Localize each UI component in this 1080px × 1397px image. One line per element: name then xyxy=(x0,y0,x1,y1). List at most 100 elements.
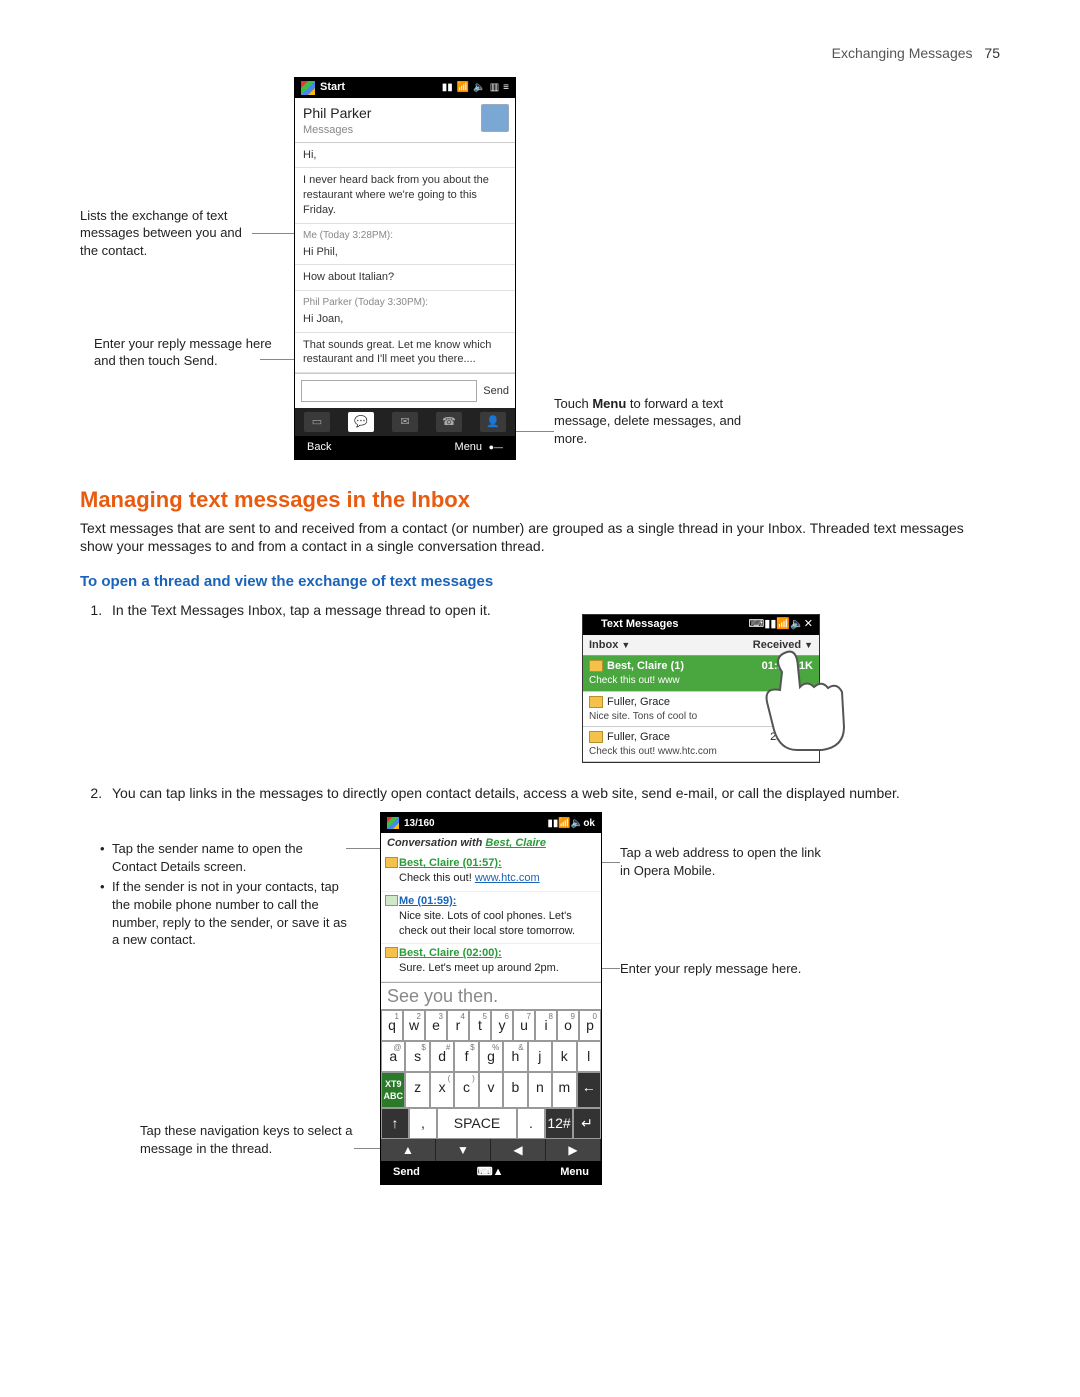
battery-icon: ▥ xyxy=(490,81,499,95)
hand-pointer-icon xyxy=(752,632,882,752)
key-e[interactable]: e3 xyxy=(425,1010,447,1041)
softkey-back[interactable]: Back xyxy=(307,440,331,455)
softkey-menu[interactable]: Menu ●— xyxy=(455,440,503,455)
key-s[interactable]: s$ xyxy=(405,1041,429,1072)
key-h[interactable]: h& xyxy=(503,1041,527,1072)
softkey-send[interactable]: Send xyxy=(393,1165,420,1180)
thread-message: Best, Claire (01:57):Check this out! www… xyxy=(381,854,601,892)
thread-contact-name[interactable]: Best, Claire xyxy=(485,837,546,849)
keyboard-icon: ⌨ xyxy=(748,617,764,632)
phone-screenshot-2: 13/160 ▮▮ 📶 🔈 ok Conversation with Best,… xyxy=(380,812,602,1185)
key-i[interactable]: i8 xyxy=(535,1010,557,1041)
key-w[interactable]: w2 xyxy=(403,1010,425,1041)
leader-line xyxy=(600,968,620,969)
key-m[interactable]: m xyxy=(552,1072,576,1108)
key-x[interactable]: x( xyxy=(430,1072,454,1108)
key-r[interactable]: r4 xyxy=(447,1010,469,1041)
col-inbox[interactable]: Inbox▼ xyxy=(589,638,630,653)
sender-link[interactable]: Me (01:59): xyxy=(399,895,456,907)
figure-conversation: Lists the exchange of text messages betw… xyxy=(80,77,1000,467)
message: How about Italian? xyxy=(295,265,515,291)
key-d[interactable]: d# xyxy=(430,1041,454,1072)
antenna-icon: 📶 xyxy=(776,617,790,632)
thread-message: Best, Claire (02:00):Sure. Let's meet up… xyxy=(381,944,601,982)
nav-down-button[interactable]: ▼ xyxy=(436,1139,491,1161)
folder-icon xyxy=(589,696,603,708)
softkey-bar: Back Menu ●— xyxy=(295,436,515,459)
key-c[interactable]: c) xyxy=(454,1072,478,1108)
key-o[interactable]: o9 xyxy=(557,1010,579,1041)
bullet-item: If the sender is not in your contacts, t… xyxy=(100,878,350,948)
thread-title: Conversation with Best, Claire xyxy=(381,833,601,854)
callout-right-1: Tap a web address to open the link in Op… xyxy=(620,844,830,879)
antenna-icon: 📶 xyxy=(558,817,570,831)
volume-icon: 🔈 xyxy=(571,817,583,831)
page-header: Exchanging Messages 75 xyxy=(80,44,1000,63)
steps-list: In the Text Messages Inbox, tap a messag… xyxy=(80,601,1000,803)
reply-input[interactable]: See you then. xyxy=(381,982,601,1009)
key-f[interactable]: f$ xyxy=(454,1041,478,1072)
key-j[interactable]: j xyxy=(528,1041,552,1072)
key-a[interactable]: a@ xyxy=(381,1041,405,1072)
start-label: Start xyxy=(320,80,345,95)
section-name: Exchanging Messages xyxy=(832,45,973,61)
tab-card-icon[interactable]: ▭ xyxy=(304,412,330,432)
key-p[interactable]: p0 xyxy=(579,1010,601,1041)
volume-icon: 🔈 xyxy=(473,81,485,95)
softkey-keyboard-icon[interactable]: ⌨▲ xyxy=(477,1165,504,1180)
key-g[interactable]: g% xyxy=(479,1041,503,1072)
heading-2: Managing text messages in the Inbox xyxy=(80,485,1000,515)
key-backspace[interactable]: ← xyxy=(577,1072,601,1108)
key-q[interactable]: q1 xyxy=(381,1010,403,1041)
key-v[interactable]: v xyxy=(479,1072,503,1108)
tab-contact-icon[interactable]: 👤 xyxy=(480,412,506,432)
key-shift[interactable]: ↑ xyxy=(381,1108,409,1139)
status-bar: 13/160 ▮▮ 📶 🔈 ok xyxy=(381,813,601,833)
leader-line xyxy=(260,359,294,360)
key-n[interactable]: n xyxy=(528,1072,552,1108)
windows-flag-icon xyxy=(301,81,315,95)
ok-button[interactable]: ok xyxy=(583,817,595,831)
nav-right-button[interactable]: ▶ xyxy=(546,1139,601,1161)
thread-nav-row: ▲ ▼ ◀ ▶ xyxy=(381,1139,601,1161)
sender-link[interactable]: Best, Claire (02:00): xyxy=(399,947,502,959)
nav-left-button[interactable]: ◀ xyxy=(491,1139,546,1161)
callout-bottom: Tap these navigation keys to select a me… xyxy=(140,1122,360,1157)
key-space[interactable]: SPACE xyxy=(437,1108,517,1139)
key-enter[interactable]: ↵ xyxy=(573,1108,601,1139)
sender-link[interactable]: Best, Claire (01:57): xyxy=(399,857,502,869)
web-link[interactable]: www.htc.com xyxy=(475,872,540,884)
key-b[interactable]: b xyxy=(503,1072,527,1108)
key-k[interactable]: k xyxy=(552,1041,576,1072)
send-button[interactable]: Send xyxy=(483,384,509,399)
arrow-icon: ●— xyxy=(486,442,503,452)
tab-messages-icon[interactable]: 💬 xyxy=(348,412,374,432)
close-icon[interactable]: ✕ xyxy=(804,617,813,632)
key-y[interactable]: y6 xyxy=(491,1010,513,1041)
reply-input[interactable] xyxy=(301,380,477,402)
key-t[interactable]: t5 xyxy=(469,1010,491,1041)
tab-call-icon[interactable]: ☎ xyxy=(436,412,462,432)
on-screen-keyboard: q1w2e3r4t5y6u7i8o9p0 a@s$d#f$g%h&jkl XT9… xyxy=(381,1009,601,1139)
callout-left-1: Lists the exchange of text messages betw… xyxy=(80,207,260,260)
figure-inbox: Text Messages ⌨ ▮▮ 📶 🔈 ✕ Inbox▼ Received… xyxy=(112,614,1000,774)
key-numeric[interactable]: 12# xyxy=(545,1108,573,1139)
char-counter: 13/160 xyxy=(404,817,435,831)
message-icon xyxy=(385,947,398,958)
tab-mail-icon[interactable]: ✉ xyxy=(392,412,418,432)
menu-icon: ≡ xyxy=(503,81,509,95)
status-bar: Start ▮▮ 📶 🔈 ▥ ≡ xyxy=(295,78,515,98)
folder-icon xyxy=(589,660,603,672)
key-z[interactable]: z xyxy=(405,1072,429,1108)
callout-bullets: Tap the sender name to open the Contact … xyxy=(100,840,350,951)
reply-row: Send xyxy=(295,373,515,408)
softkey-menu[interactable]: Menu xyxy=(560,1165,589,1180)
nav-up-button[interactable]: ▲ xyxy=(381,1139,436,1161)
key-comma[interactable]: , xyxy=(409,1108,437,1139)
key-period[interactable]: . xyxy=(517,1108,545,1139)
key-xt9[interactable]: XT9ABC xyxy=(381,1072,405,1108)
key-u[interactable]: u7 xyxy=(513,1010,535,1041)
key-l[interactable]: l xyxy=(577,1041,601,1072)
folder-icon xyxy=(589,731,603,743)
bullet-item: Tap the sender name to open the Contact … xyxy=(100,840,350,875)
